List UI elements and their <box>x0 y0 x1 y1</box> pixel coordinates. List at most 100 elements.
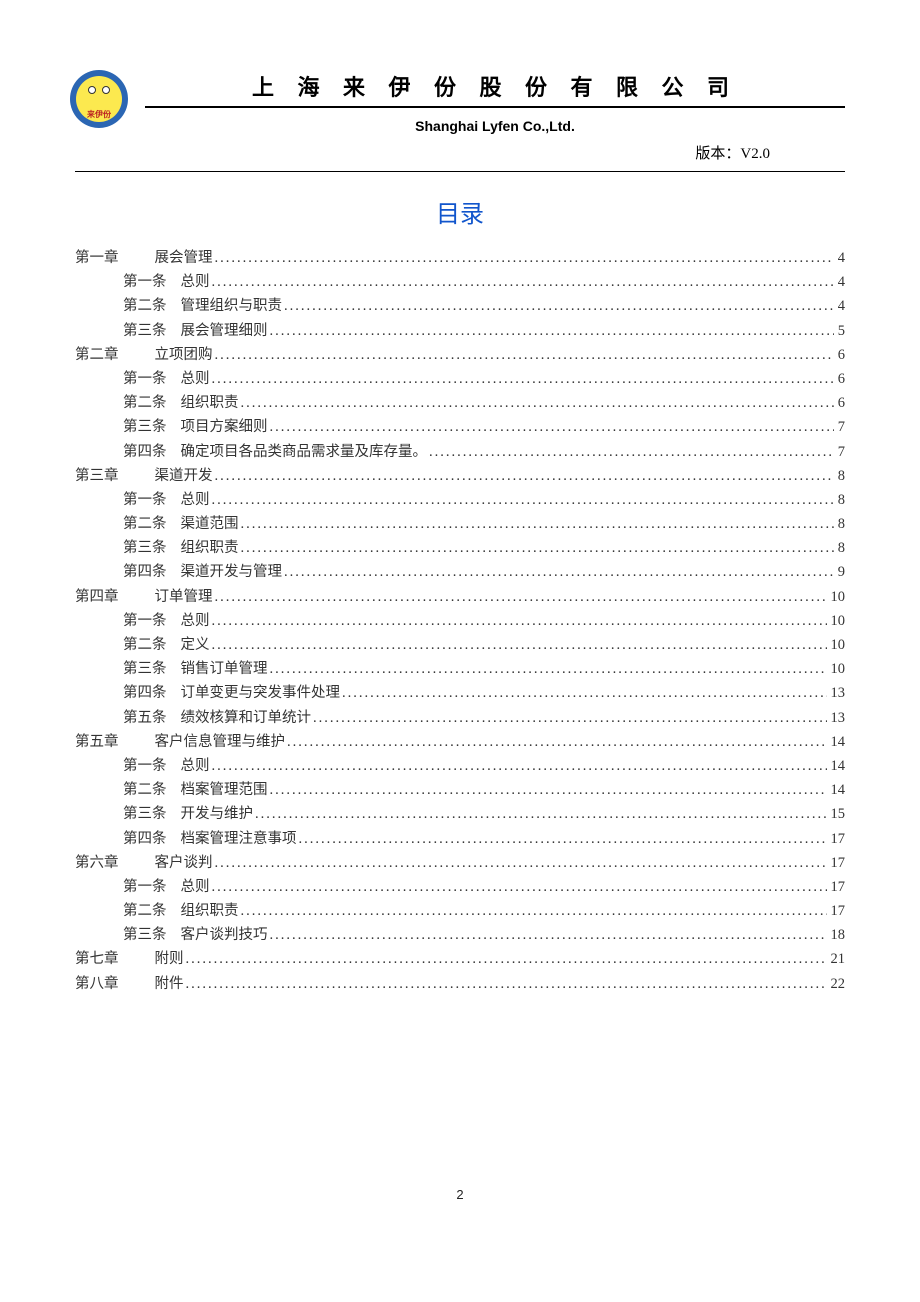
toc-entry-page: 8 <box>836 489 845 512</box>
toc-leader-dots <box>212 271 834 294</box>
toc-entry-label: 第二条 <box>123 392 167 415</box>
toc-entry-text: 总则 <box>181 271 210 294</box>
toc-leader-dots <box>287 731 827 754</box>
toc-entry-text: 总则 <box>181 368 210 391</box>
table-of-contents: 第一章 展会管理 4第一条总则4第二条管理组织与职责4第三条展会管理细则5第二章立项… <box>75 247 845 996</box>
toc-entry[interactable]: 第一条总则10 <box>75 610 845 633</box>
toc-entry[interactable]: 第一章展会管理4 <box>75 247 845 270</box>
toc-entry-text: 渠道开发与管理 <box>181 561 283 584</box>
toc-entry-text: 附则 <box>155 948 184 971</box>
toc-entry-page: 8 <box>836 465 845 488</box>
document-header: 来伊份 上 海 来 伊 份 股 份 有 限 公 司 Shanghai Lyfen… <box>75 70 845 134</box>
toc-leader-dots <box>212 876 827 899</box>
toc-entry[interactable]: 第四条确定项目各品类商品需求量及库存量。7 <box>75 441 845 464</box>
toc-entry-label: 第五章 <box>75 731 119 754</box>
toc-entry-label: 第一条 <box>123 755 167 778</box>
toc-entry[interactable]: 第二条渠道范围8 <box>75 513 845 536</box>
toc-entry-text: 总则 <box>181 876 210 899</box>
toc-entry[interactable]: 第三条项目方案细则 7 <box>75 416 845 439</box>
toc-entry[interactable]: 第三条开发与维护15 <box>75 803 845 826</box>
toc-leader-dots <box>313 707 827 730</box>
toc-entry-label: 第三条 <box>123 537 167 560</box>
toc-entry[interactable]: 第一条总则8 <box>75 489 845 512</box>
toc-leader-dots <box>215 465 834 488</box>
toc-entry[interactable]: 第二章立项团购6 <box>75 344 845 367</box>
toc-entry-page: 13 <box>829 682 846 705</box>
toc-entry-page: 7 <box>836 416 845 439</box>
toc-entry[interactable]: 第一条总则4 <box>75 271 845 294</box>
toc-entry[interactable]: 第四章订单管理10 <box>75 586 845 609</box>
toc-entry[interactable]: 第二条组织职责6 <box>75 392 845 415</box>
version-label: 版本：V2.0 <box>75 142 845 172</box>
toc-entry-text: 展会管理 <box>155 247 213 270</box>
toc-entry-text: 渠道开发 <box>155 465 213 488</box>
toc-entry[interactable]: 第二条定义10 <box>75 634 845 657</box>
toc-entry[interactable]: 第八章附件22 <box>75 973 845 996</box>
toc-entry[interactable]: 第三条销售订单管理10 <box>75 658 845 681</box>
toc-entry-label: 第三条 <box>123 416 167 439</box>
toc-entry[interactable]: 第五条绩效核算和订单统计13 <box>75 707 845 730</box>
toc-leader-dots <box>241 392 834 415</box>
toc-entry[interactable]: 第三条客户谈判技巧18 <box>75 924 845 947</box>
toc-entry[interactable]: 第二条管理组织与职责4 <box>75 295 845 318</box>
toc-entry-text: 组织职责 <box>181 537 239 560</box>
toc-entry-text: 开发与维护 <box>181 803 254 826</box>
toc-entry-text: 销售订单管理 <box>181 658 268 681</box>
toc-entry-text: 定义 <box>181 634 210 657</box>
toc-leader-dots <box>270 924 827 947</box>
toc-entry[interactable]: 第一条总则6 <box>75 368 845 391</box>
toc-entry-text: 确定项目各品类商品需求量及库存量。 <box>181 441 428 464</box>
toc-entry-page: 8 <box>836 537 845 560</box>
toc-leader-dots <box>212 489 834 512</box>
toc-entry-label: 第二条 <box>123 779 167 802</box>
toc-entry[interactable]: 第一条总则17 <box>75 876 845 899</box>
toc-entry-label: 第四条 <box>123 561 167 584</box>
company-name-cn: 上 海 来 伊 份 股 份 有 限 公 司 <box>145 70 845 108</box>
toc-leader-dots <box>212 634 827 657</box>
toc-leader-dots <box>270 658 827 681</box>
toc-entry[interactable]: 第七章附则21 <box>75 948 845 971</box>
toc-entry[interactable]: 第四条订单变更与突发事件处理13 <box>75 682 845 705</box>
toc-leader-dots <box>215 852 827 875</box>
toc-entry-label: 第一条 <box>123 876 167 899</box>
toc-entry-label: 第一章 <box>75 247 119 270</box>
toc-entry[interactable]: 第四条渠道开发与管理9 <box>75 561 845 584</box>
toc-entry-page: 8 <box>836 513 845 536</box>
toc-title: 目录 <box>75 194 845 229</box>
toc-leader-dots <box>284 295 834 318</box>
toc-entry-page: 4 <box>836 295 845 318</box>
toc-entry-label: 第二条 <box>123 513 167 536</box>
toc-entry-page: 10 <box>829 586 846 609</box>
toc-entry-page: 17 <box>829 900 846 923</box>
toc-entry[interactable]: 第五章客户信息管理与维护14 <box>75 731 845 754</box>
toc-entry[interactable]: 第三条组织职责 8 <box>75 537 845 560</box>
toc-entry[interactable]: 第一条总则14 <box>75 755 845 778</box>
toc-entry[interactable]: 第四条档案管理注意事项17 <box>75 828 845 851</box>
toc-entry[interactable]: 第三章 渠道开发 8 <box>75 465 845 488</box>
toc-leader-dots <box>215 586 827 609</box>
toc-entry-text: 组织职责 <box>181 392 239 415</box>
toc-entry-label: 第三章 <box>75 465 119 488</box>
toc-entry-label: 第三条 <box>123 803 167 826</box>
toc-entry-label: 第一条 <box>123 610 167 633</box>
company-logo: 来伊份 <box>70 70 128 128</box>
toc-entry-label: 第三条 <box>123 924 167 947</box>
toc-entry[interactable]: 第二条组织职责17 <box>75 900 845 923</box>
toc-leader-dots <box>215 247 834 270</box>
toc-entry[interactable]: 第六章客户谈判17 <box>75 852 845 875</box>
toc-entry-label: 第六章 <box>75 852 119 875</box>
toc-entry-page: 14 <box>829 779 846 802</box>
toc-entry-text: 项目方案细则 <box>181 416 268 439</box>
toc-leader-dots <box>241 537 834 560</box>
toc-entry[interactable]: 第二条档案管理范围14 <box>75 779 845 802</box>
toc-entry-label: 第四条 <box>123 682 167 705</box>
toc-entry-label: 第五条 <box>123 707 167 730</box>
toc-leader-dots <box>342 682 827 705</box>
toc-leader-dots <box>215 344 834 367</box>
toc-entry-page: 5 <box>836 320 845 343</box>
toc-leader-dots <box>241 513 834 536</box>
toc-entry-page: 6 <box>836 368 845 391</box>
toc-entry-label: 第四条 <box>123 828 167 851</box>
toc-leader-dots <box>255 803 827 826</box>
toc-entry[interactable]: 第三条展会管理细则5 <box>75 320 845 343</box>
